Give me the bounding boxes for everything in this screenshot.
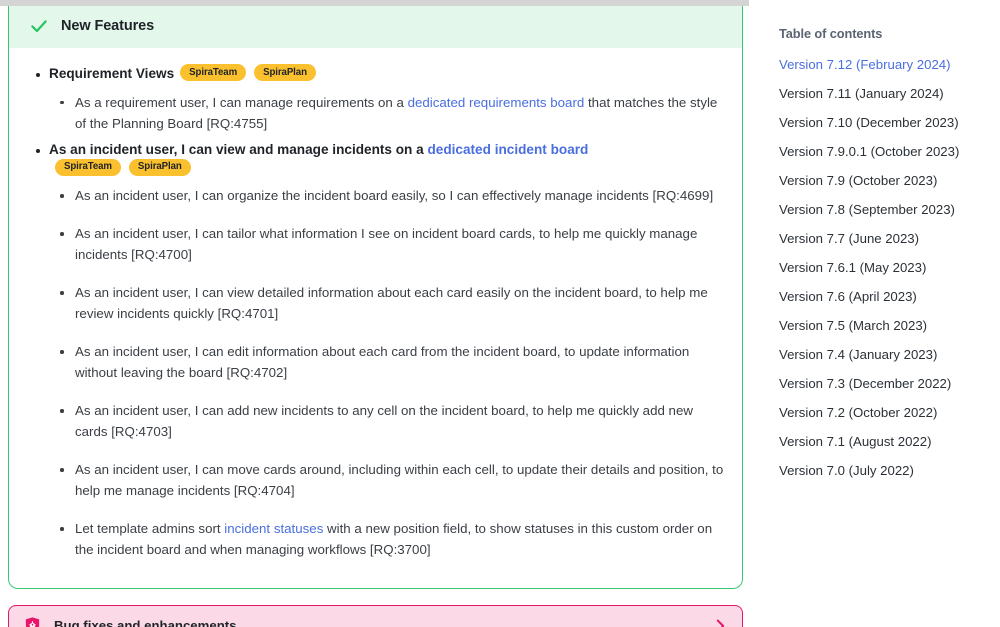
product-badge: SpiraTeam xyxy=(55,159,121,176)
table-of-contents: Table of contents Version 7.12 (February… xyxy=(779,26,994,492)
product-badge: SpiraPlan xyxy=(129,159,191,176)
feature-item: Requirement Views SpiraTeam SpiraPlan As a … xyxy=(23,64,728,134)
table-of-contents-item: Version 7.6 (April 2023) xyxy=(779,289,994,305)
new-features-card-header[interactable]: New Features xyxy=(9,6,742,48)
table-of-contents-link[interactable]: Version 7.9 (October 2023) xyxy=(779,173,994,189)
product-badge-group: SpiraTeam SpiraPlan xyxy=(55,160,191,177)
table-of-contents-list: Version 7.12 (February 2024) Version 7.11… xyxy=(779,57,994,479)
table-of-contents-link[interactable]: Version 7.3 (December 2022) xyxy=(779,376,994,392)
feature-sub-list: As an incident user, I can organize the … xyxy=(49,185,728,560)
table-of-contents-item: Version 7.9.0.1 (October 2023) xyxy=(779,144,994,160)
text-run: As an incident user, I can organize the … xyxy=(75,188,713,203)
text-run: Let template admins sort xyxy=(75,521,224,536)
table-of-contents-link[interactable]: Version 7.5 (March 2023) xyxy=(779,318,994,334)
feature-sub-item: As an incident user, I can move cards ar… xyxy=(49,459,728,501)
text-run: As an incident user, I can edit informat… xyxy=(75,344,689,380)
table-of-contents-link[interactable]: Version 7.11 (January 2024) xyxy=(779,86,994,102)
table-of-contents-link[interactable]: Version 7.0 (July 2022) xyxy=(779,463,994,479)
table-of-contents-item: Version 7.0 (July 2022) xyxy=(779,463,994,479)
feature-sub-item: As an incident user, I can organize the … xyxy=(49,185,728,206)
text-run: As an incident user, I can add new incid… xyxy=(75,403,693,439)
table-of-contents-item: Version 7.1 (August 2022) xyxy=(779,434,994,450)
feature-sub-item: As an incident user, I can tailor what i… xyxy=(49,223,728,265)
feature-item: As an incident user, I can view and mana… xyxy=(23,140,728,561)
table-of-contents-item: Version 7.11 (January 2024) xyxy=(779,86,994,102)
table-of-contents-link[interactable]: Version 7.1 (August 2022) xyxy=(779,434,994,450)
feature-sub-item: As an incident user, I can edit informat… xyxy=(49,341,728,383)
table-of-contents-item: Version 7.10 (December 2023) xyxy=(779,115,994,131)
feature-item-heading: As an incident user, I can view and mana… xyxy=(49,142,588,157)
table-of-contents-item: Version 7.12 (February 2024) xyxy=(779,57,994,73)
product-badge: SpiraTeam xyxy=(180,64,246,81)
main-content-column: New Features Requirement ViewsSpiraTeamS… xyxy=(8,6,743,627)
inline-link[interactable]: dedicated requirements board xyxy=(408,95,585,110)
feature-sub-item: Let template admins sort incident status… xyxy=(49,518,728,560)
table-of-contents-link[interactable]: Version 7.12 (February 2024) xyxy=(779,57,994,73)
check-icon xyxy=(29,16,49,36)
text-run: As an incident user, I can tailor what i… xyxy=(75,226,697,262)
bug-fixes-title: Bug fixes and enhancements xyxy=(54,618,715,627)
chevron-right-icon[interactable] xyxy=(715,617,726,627)
text-run: As an incident user, I can move cards ar… xyxy=(75,462,723,498)
product-badge: SpiraPlan xyxy=(254,64,316,81)
table-of-contents-item: Version 7.6.1 (May 2023) xyxy=(779,260,994,276)
table-of-contents-item: Version 7.5 (March 2023) xyxy=(779,318,994,334)
text-run: As a requirement user, I can manage requ… xyxy=(75,95,408,110)
table-of-contents-link[interactable]: Version 7.2 (October 2022) xyxy=(779,405,994,421)
feature-sub-item: As an incident user, I can view detailed… xyxy=(49,282,728,324)
table-of-contents-link[interactable]: Version 7.6.1 (May 2023) xyxy=(779,260,994,276)
text-run: Requirement Views xyxy=(49,66,174,81)
table-of-contents-link[interactable]: Version 7.10 (December 2023) xyxy=(779,115,994,131)
feature-sub-list: As a requirement user, I can manage requ… xyxy=(49,92,728,134)
new-features-card: New Features Requirement ViewsSpiraTeamS… xyxy=(8,6,743,589)
table-of-contents-item: Version 7.9 (October 2023) xyxy=(779,173,994,189)
table-of-contents-link[interactable]: Version 7.8 (September 2023) xyxy=(779,202,994,218)
text-run: As an incident user, I can view and mana… xyxy=(49,142,427,157)
bug-fixes-accordion-header[interactable]: Bug fixes and enhancements xyxy=(8,605,743,627)
new-features-card-body: Requirement Views SpiraTeam SpiraPlan As a … xyxy=(9,48,742,588)
text-run: As an incident user, I can view detailed… xyxy=(75,285,708,321)
release-notes-page: New Features Requirement ViewsSpiraTeamS… xyxy=(0,0,1000,627)
table-of-contents-item: Version 7.2 (October 2022) xyxy=(779,405,994,421)
new-features-card-title: New Features xyxy=(61,18,154,34)
inline-link[interactable]: incident statuses xyxy=(224,521,323,536)
table-of-contents-heading: Table of contents xyxy=(779,26,994,41)
table-of-contents-link[interactable]: Version 7.6 (April 2023) xyxy=(779,289,994,305)
table-of-contents-item: Version 7.4 (January 2023) xyxy=(779,347,994,363)
product-badge-group: SpiraTeam SpiraPlan xyxy=(180,65,316,82)
table-of-contents-link[interactable]: Version 7.7 (June 2023) xyxy=(779,231,994,247)
feature-item-heading: Requirement Views xyxy=(49,66,174,81)
table-of-contents-item: Version 7.3 (December 2022) xyxy=(779,376,994,392)
feature-sub-item: As a requirement user, I can manage requ… xyxy=(49,92,728,134)
feature-sub-item: As an incident user, I can add new incid… xyxy=(49,400,728,442)
table-of-contents-link[interactable]: Version 7.9.0.1 (October 2023) xyxy=(779,144,994,160)
feature-list: Requirement Views SpiraTeam SpiraPlan As a … xyxy=(23,64,728,560)
table-of-contents-item: Version 7.8 (September 2023) xyxy=(779,202,994,218)
inline-link[interactable]: dedicated incident board xyxy=(427,142,588,157)
table-of-contents-item: Version 7.7 (June 2023) xyxy=(779,231,994,247)
bug-shield-icon xyxy=(23,616,42,627)
table-of-contents-link[interactable]: Version 7.4 (January 2023) xyxy=(779,347,994,363)
